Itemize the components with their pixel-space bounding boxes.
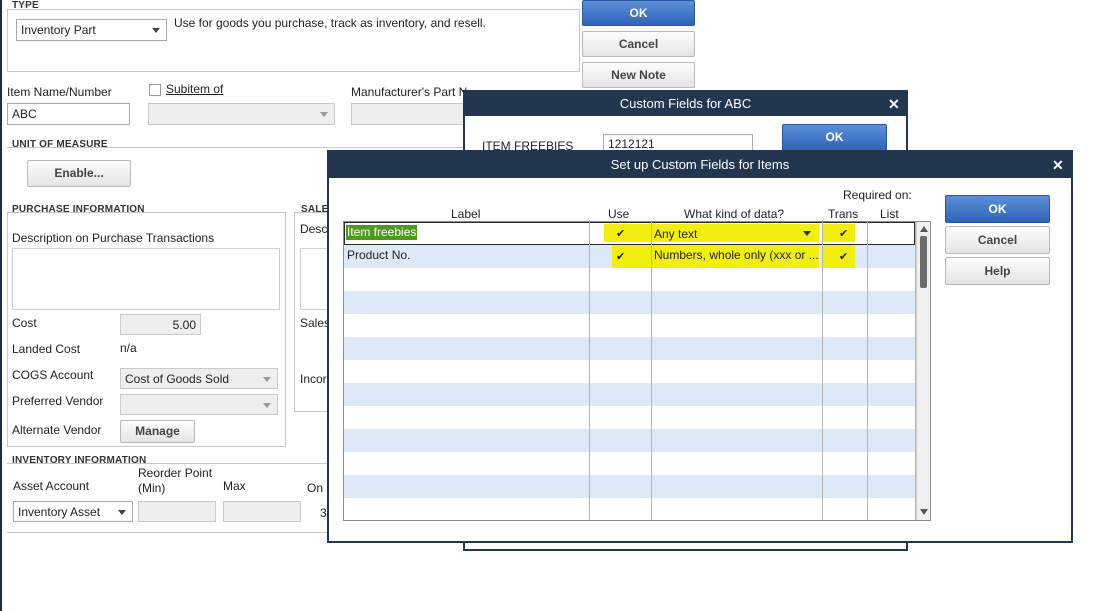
reorder-min-label: (Min) [138, 481, 166, 495]
setup-custom-fields-dialog: Set up Custom Fields for Items ✕ Require… [327, 150, 1073, 543]
chevron-down-icon [803, 231, 811, 236]
preferred-vendor-dropdown[interactable] [120, 394, 278, 415]
required-on-header: Required on: [843, 188, 912, 202]
use-highlight [604, 224, 654, 242]
cost-input[interactable]: 5.00 [120, 314, 201, 335]
alternate-vendor-label: Alternate Vendor [12, 423, 102, 437]
row1-kind-dropdown[interactable]: Any text [653, 225, 819, 242]
row2-use-check-icon[interactable]: ✔ [616, 250, 625, 263]
landed-cost-label: Landed Cost [12, 342, 81, 356]
table-row[interactable] [344, 268, 915, 291]
asset-account-label: Asset Account [13, 479, 90, 493]
list-column-header: List [880, 207, 899, 221]
subitem-checkbox[interactable] [149, 84, 161, 96]
custom-fields-title: Custom Fields for ABC [619, 96, 752, 111]
on-hand-label: On [307, 481, 324, 495]
setup-help-button[interactable]: Help [945, 257, 1050, 285]
column-divider [867, 222, 868, 520]
row1-kind: Any text [654, 227, 698, 241]
table-row[interactable] [344, 360, 915, 383]
table-row[interactable] [344, 383, 915, 406]
column-divider [822, 222, 823, 520]
row1-label-selected[interactable]: Item freebies [346, 225, 418, 240]
use-column-header: Use [608, 207, 630, 221]
item-ok-button[interactable]: OK [582, 0, 695, 26]
row2-trans-check-icon[interactable]: ✔ [839, 250, 848, 263]
cost-label: Cost [12, 316, 37, 330]
table-row[interactable] [344, 314, 915, 337]
setup-title: Set up Custom Fields for Items [610, 157, 790, 172]
table-row[interactable] [344, 337, 915, 360]
table-row[interactable] [344, 475, 915, 498]
window-edge [0, 0, 2, 611]
subitem-label: Subitem of [166, 82, 224, 96]
reorder-point-label: Reorder Point [138, 466, 213, 480]
table-row[interactable] [344, 452, 915, 475]
item-cancel-button[interactable]: Cancel [582, 31, 695, 57]
row2-label[interactable]: Product No. [347, 248, 410, 262]
purchase-desc-label: Description on Purchase Transactions [12, 231, 215, 245]
setup-title-bar: Set up Custom Fields for Items [329, 152, 1071, 178]
on-hand-value: 3 [320, 506, 327, 520]
scroll-thumb[interactable] [920, 236, 927, 288]
label-column-header: Label [451, 207, 481, 221]
row1-label: Item freebies [347, 225, 417, 239]
cogs-label: COGS Account [12, 368, 94, 382]
item-name-input[interactable]: ABC [7, 103, 130, 125]
table-row[interactable] [344, 429, 915, 452]
scroll-down-icon[interactable] [920, 509, 928, 515]
mfr-part-input[interactable] [351, 103, 464, 125]
row1-trans-check-icon[interactable]: ✔ [839, 227, 848, 240]
manage-vendors-button[interactable]: Manage [120, 420, 195, 443]
custom-fields-ok-button[interactable]: OK [782, 124, 887, 151]
table-row[interactable] [344, 406, 915, 429]
column-divider [589, 222, 590, 520]
scroll-up-icon[interactable] [920, 226, 928, 232]
kind-column-header: What kind of data? [684, 207, 785, 221]
grid-scrollbar[interactable] [916, 222, 930, 520]
item-name-label: Item Name/Number [7, 85, 112, 99]
column-divider [651, 222, 652, 520]
setup-close-icon[interactable]: ✕ [1052, 157, 1064, 174]
table-row[interactable] [344, 291, 915, 314]
asset-account-dropdown[interactable]: Inventory Asset [13, 501, 133, 522]
trans-column-header: Trans [828, 207, 859, 221]
landed-cost-value: n/a [120, 341, 137, 355]
purchase-desc-textarea[interactable] [12, 248, 280, 310]
max-label: Max [223, 479, 246, 493]
mfr-part-label: Manufacturer's Part N [351, 85, 468, 99]
custom-fields-title-bar: Custom Fields for ABC [465, 92, 906, 116]
sales-desc-label: Desc [300, 222, 328, 236]
max-input[interactable] [223, 501, 301, 522]
type-description: Use for goods you purchase, track as inv… [174, 16, 486, 30]
type-dropdown[interactable]: Inventory Part [16, 19, 167, 41]
table-row[interactable] [344, 498, 915, 520]
row2-kind[interactable]: Numbers, whole only (xxx or ... [654, 248, 819, 262]
custom-fields-grid: Item freebies ✔ Any text ✔ Product No. ✔… [343, 221, 931, 521]
sales-price-label: Sales [300, 316, 331, 330]
cogs-dropdown[interactable]: Cost of Goods Sold [120, 368, 278, 389]
preferred-vendor-label: Preferred Vendor [12, 394, 104, 408]
setup-cancel-button[interactable]: Cancel [945, 226, 1050, 254]
income-account-label: Incor [300, 372, 327, 386]
subitem-dropdown[interactable] [148, 103, 335, 125]
setup-ok-button[interactable]: OK [945, 195, 1050, 223]
reorder-point-input[interactable] [138, 501, 216, 522]
custom-fields-close-icon[interactable]: ✕ [888, 96, 900, 113]
enable-uom-button[interactable]: Enable... [27, 160, 131, 187]
new-note-button[interactable]: New Note [582, 62, 695, 88]
row1-use-check-icon[interactable]: ✔ [616, 227, 625, 240]
